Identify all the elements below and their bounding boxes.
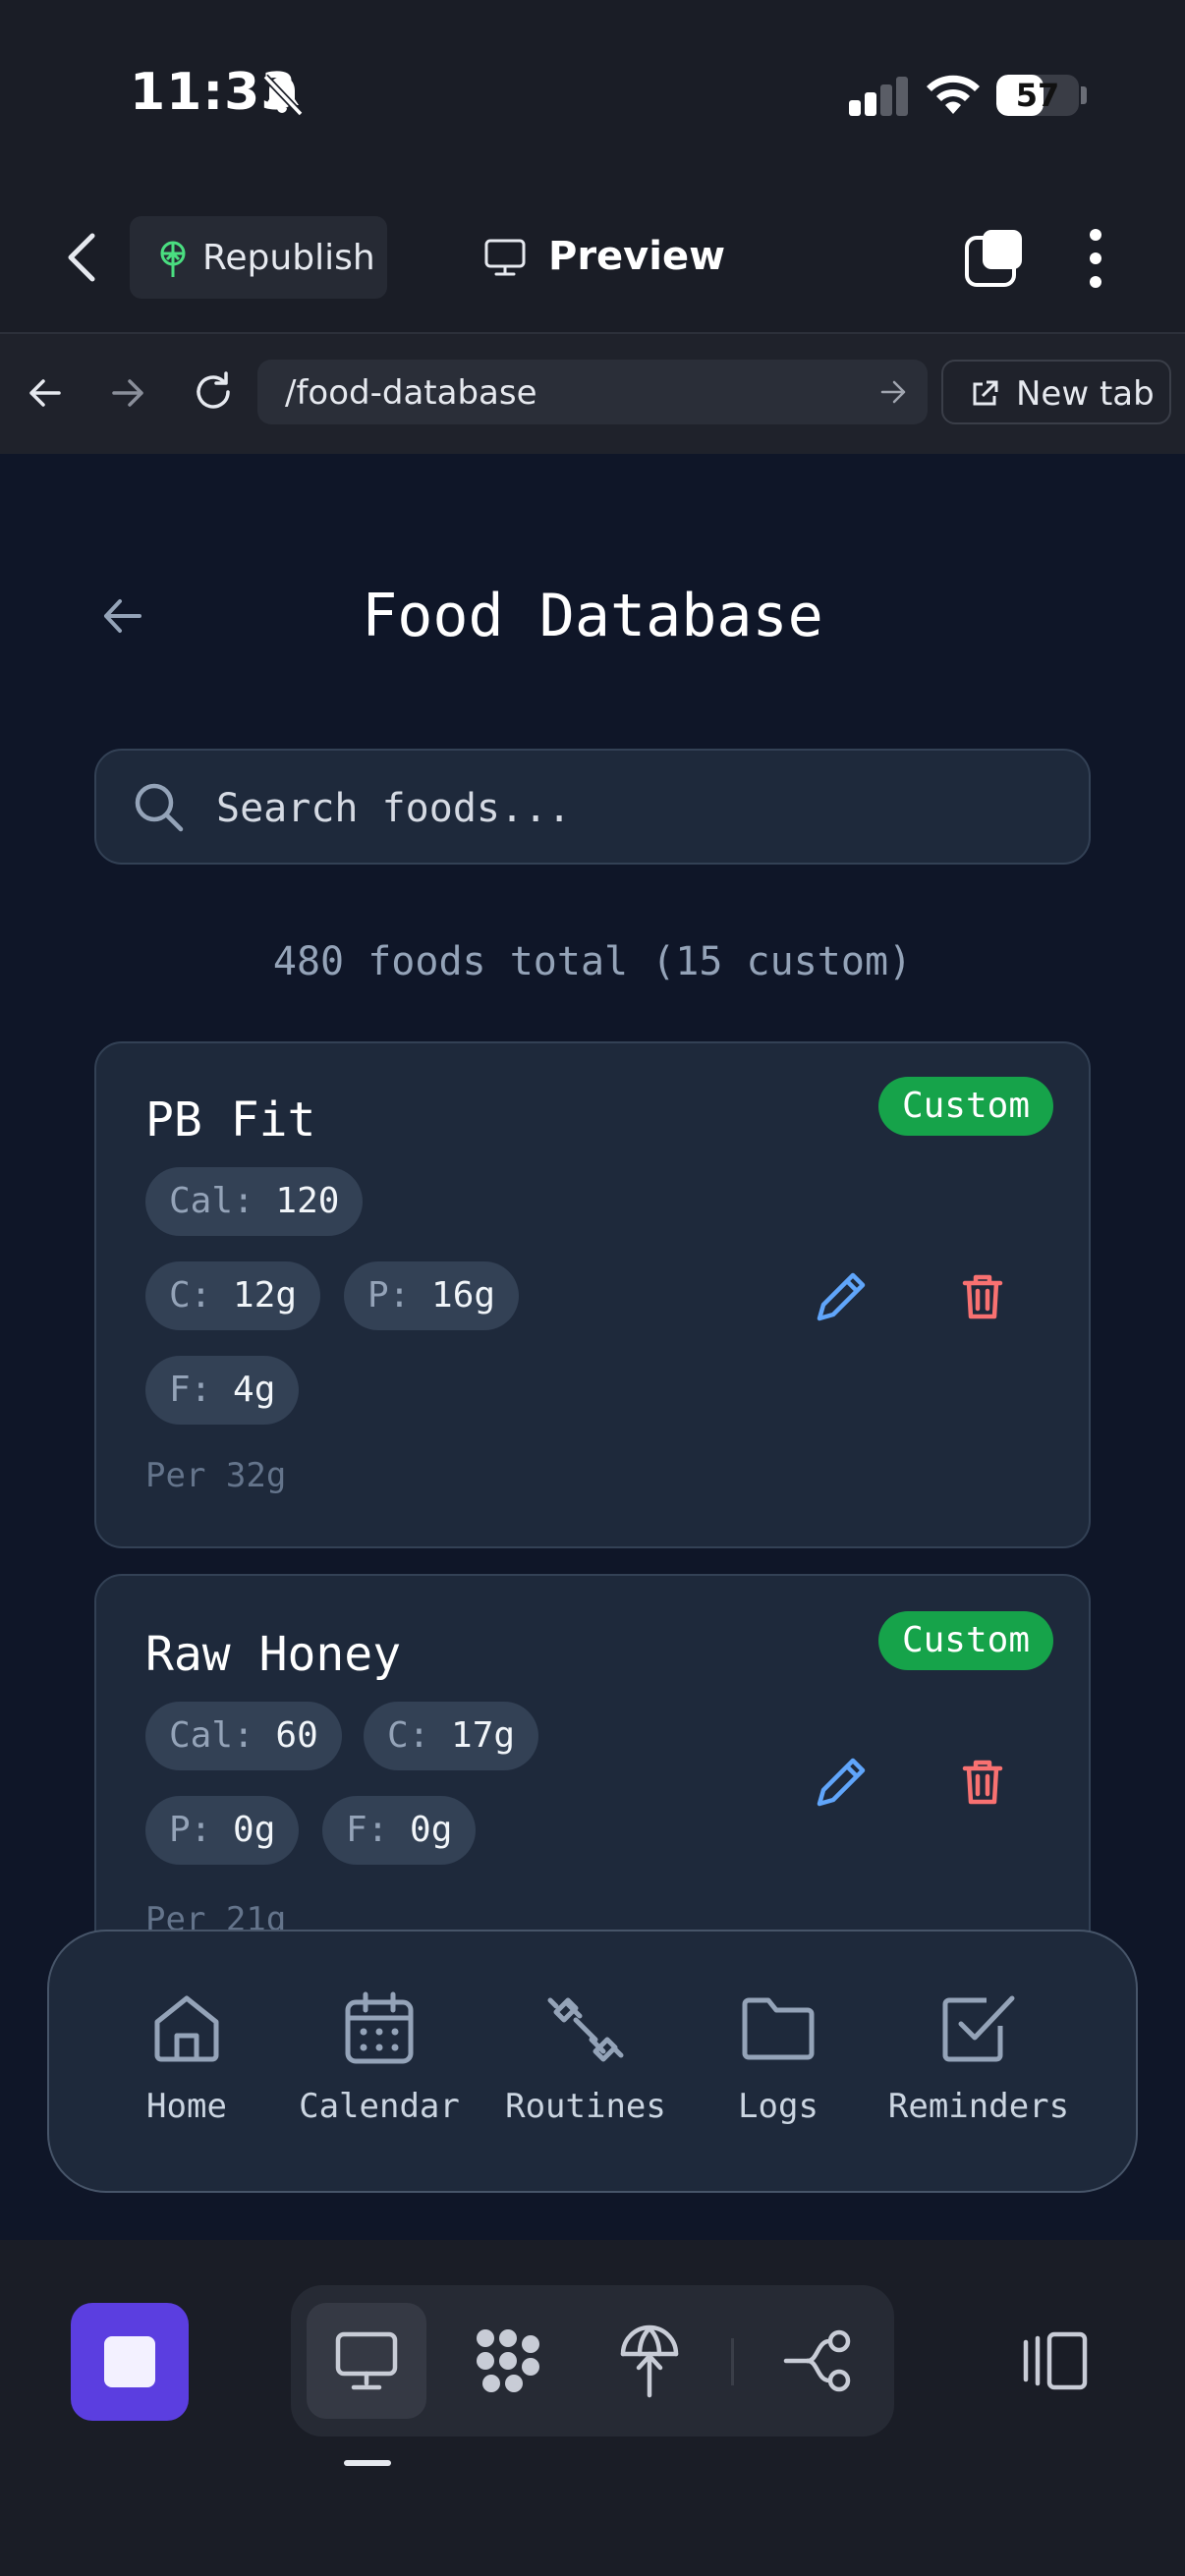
edit-pencil-icon[interactable]: [802, 1743, 880, 1821]
workflow-icon[interactable]: [782, 2328, 855, 2393]
food-name: Raw Honey: [145, 1627, 402, 1682]
carbs-chip: C: 17g: [364, 1702, 539, 1770]
copy-windows-icon[interactable]: [963, 228, 1024, 289]
page-title: Food Database: [362, 582, 823, 650]
toolbar-divider: [731, 2338, 734, 2385]
cell-signal-icon: [847, 75, 908, 116]
external-link-icon: [973, 380, 998, 406]
folder-icon: [742, 1997, 815, 2060]
food-count: 480 foods total (15 custom): [272, 939, 913, 984]
calories-chip: Cal: 60: [145, 1702, 342, 1770]
deploy-icon[interactable]: [617, 2324, 682, 2399]
fat-chip: F: 0g: [322, 1796, 477, 1865]
chip-value: 0g: [410, 1810, 453, 1850]
search-box[interactable]: [94, 749, 1091, 865]
url-text: /food-database: [285, 373, 537, 413]
delete-trash-icon[interactable]: [943, 1258, 1022, 1336]
nav-reminders[interactable]: Reminders: [880, 1990, 1077, 2126]
republish-label: Republish: [202, 238, 375, 278]
back-chevron-icon[interactable]: [63, 230, 102, 285]
fat-chip: F: 4g: [145, 1356, 300, 1425]
battery-percent: 57: [1015, 77, 1060, 114]
nav-calendar[interactable]: Calendar: [281, 1990, 478, 2126]
grid-apps-icon[interactable]: [472, 2324, 544, 2397]
chip-key: Cal:: [169, 1715, 254, 1756]
nav-home[interactable]: Home: [88, 1990, 285, 2126]
delete-trash-icon[interactable]: [943, 1743, 1022, 1821]
reload-icon[interactable]: [191, 369, 236, 415]
checkbox-icon: [942, 1995, 1015, 2062]
nav-label: Reminders: [887, 2087, 1070, 2126]
serving-size: Per 32g: [145, 1456, 287, 1495]
nav-routines[interactable]: Routines: [487, 1990, 684, 2126]
nav-logs[interactable]: Logs: [680, 1990, 876, 2126]
chip-key: F:: [169, 1370, 212, 1410]
chip-value: 16g: [431, 1275, 496, 1316]
browser-forward-icon[interactable]: [108, 373, 147, 413]
edit-pencil-icon[interactable]: [802, 1258, 880, 1336]
protein-chip: P: 0g: [145, 1796, 300, 1865]
custom-badge: Custom: [877, 1077, 1053, 1136]
bottom-navigation: Home Calendar Routines Logs Reminders: [47, 1930, 1138, 2193]
protein-chip: P: 16g: [344, 1261, 520, 1330]
chip-value: 0g: [233, 1810, 276, 1850]
active-tab-indicator: [344, 2460, 391, 2466]
republish-icon: [160, 241, 186, 277]
dumbbell-icon: [547, 1997, 624, 2062]
chip-value: 4g: [233, 1370, 276, 1410]
bell-muted-icon: [262, 74, 304, 117]
chip-key: P:: [169, 1810, 212, 1850]
monitor-icon: [484, 239, 526, 276]
calendar-icon: [345, 1991, 414, 2064]
chip-key: C:: [387, 1715, 430, 1756]
republish-button[interactable]: Republish: [130, 216, 387, 299]
custom-badge: Custom: [877, 1611, 1053, 1670]
url-bar[interactable]: /food-database: [257, 360, 928, 424]
battery-tip: [1081, 86, 1087, 104]
food-name: PB Fit: [145, 1092, 316, 1148]
chip-key: F:: [346, 1810, 389, 1850]
new-tab-button[interactable]: New tab: [941, 360, 1171, 424]
calories-chip: Cal: 120: [145, 1167, 364, 1236]
search-icon: [135, 783, 184, 832]
preview-label: Preview: [548, 234, 726, 279]
side-panel-icon[interactable]: [1018, 2328, 1091, 2393]
search-input[interactable]: [214, 778, 1063, 839]
chip-key: Cal:: [169, 1181, 254, 1221]
stop-square-icon: [104, 2336, 155, 2387]
browser-back-icon[interactable]: [26, 373, 65, 413]
more-menu-icon[interactable]: [1081, 226, 1110, 291]
nav-label: Home: [146, 2087, 227, 2126]
carbs-chip: C: 12g: [145, 1261, 321, 1330]
food-card: PB Fit Custom Cal: 120 C: 12g P: 16g F: …: [94, 1041, 1091, 1548]
nav-label: Routines: [505, 2087, 666, 2126]
go-arrow-icon[interactable]: [878, 377, 908, 407]
chip-key: P:: [367, 1275, 411, 1316]
home-icon: [154, 1995, 219, 2062]
chip-key: C:: [169, 1275, 212, 1316]
chip-value: 60: [275, 1715, 318, 1756]
wifi-icon: [927, 75, 980, 114]
chip-value: 17g: [451, 1715, 516, 1756]
chip-value: 120: [275, 1181, 340, 1221]
stop-button[interactable]: [71, 2303, 189, 2421]
nav-label: Logs: [738, 2087, 818, 2126]
battery-indicator: 57: [996, 75, 1079, 116]
nav-label: Calendar: [299, 2087, 460, 2126]
desktop-icon[interactable]: [334, 2328, 399, 2393]
chip-value: 12g: [233, 1275, 298, 1316]
new-tab-label: New tab: [1016, 374, 1155, 414]
